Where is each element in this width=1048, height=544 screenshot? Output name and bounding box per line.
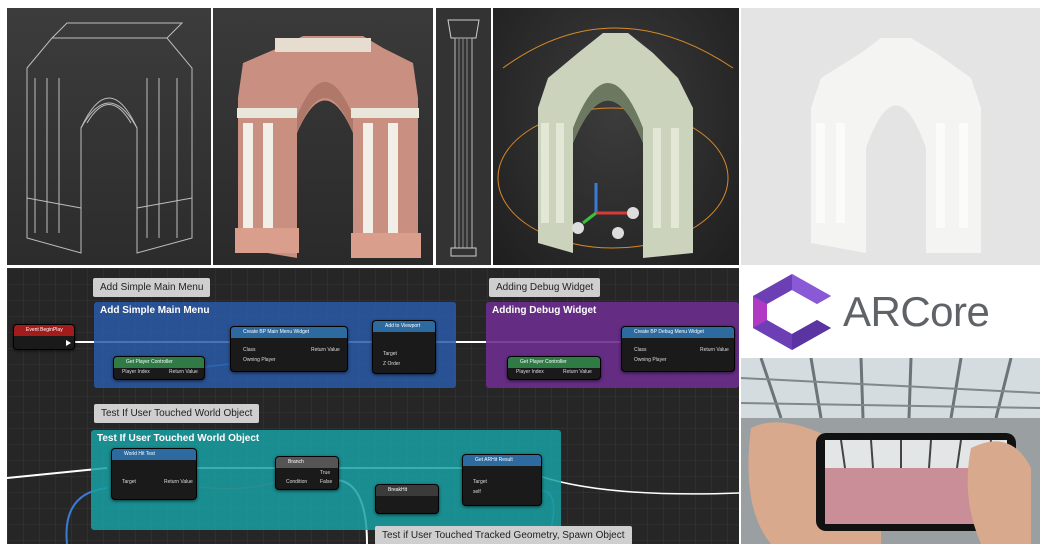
return-value-pin[interactable]: Return Value [169,369,198,375]
wireframe-arch-render [7,8,211,265]
event-begin-play-title: Event BeginPlay [14,325,74,336]
create-debug-menu-node[interactable]: Create BP Debug Menu Widget Class Owning… [621,326,735,372]
editor-arch-image [497,27,734,258]
add-to-viewport-title: Add to Viewport [373,321,435,332]
get-arhit-result-title: Get ARHit Result [463,455,541,466]
get-player-controller-node-2[interactable]: Get Player Controller Player Index Retur… [507,356,601,380]
comment-label-main-menu: Add Simple Main Menu [93,278,211,297]
editor-arch-render [493,8,739,265]
return-value-pin[interactable]: Return Value [700,347,729,353]
world-hit-test-title: World Hit Test [112,449,196,460]
owning-player-pin[interactable]: Owning Player [634,357,667,363]
create-main-menu-node[interactable]: Create BP Main Menu Widget Class Owning … [230,326,348,372]
get-player-controller-title: Get Player Controller [114,357,204,368]
get-arhit-result-node[interactable]: Get ARHit Result Target self [462,454,542,506]
faded-arch-render [741,8,1040,265]
exec-pin[interactable] [66,340,71,346]
branch-node[interactable]: Branch Condition True False [275,456,339,490]
target-pin[interactable]: Target [473,479,487,485]
return-value-pin[interactable]: Return Value [563,369,592,375]
breakhit-node[interactable]: BreakHit [375,484,439,514]
arcore-logo-panel: ARCore [741,268,1040,356]
class-pin[interactable]: Class [634,347,647,353]
player-index-pin[interactable]: Player Index [516,369,544,375]
create-main-menu-title: Create BP Main Menu Widget [231,327,347,338]
self-pin[interactable]: self [473,489,481,495]
get-player-controller-node[interactable]: Get Player Controller Player Index Retur… [113,356,205,380]
comment-label-debug-widget: Adding Debug Widget [489,278,601,297]
ar-phone-photo [741,358,1040,544]
owning-player-pin[interactable]: Owning Player [243,357,276,363]
wireframe-arch-image [26,22,193,254]
player-index-pin[interactable]: Player Index [122,369,150,375]
z-order-pin[interactable]: Z Order [383,361,400,367]
breakhit-title: BreakHit [376,485,438,496]
condition-pin[interactable]: Condition [286,479,307,485]
false-pin[interactable]: False [320,479,332,485]
event-begin-play-node[interactable]: Event BeginPlay [13,324,75,350]
add-to-viewport-node[interactable]: Add to Viewport Target Z Order [372,320,436,374]
arcore-logo-text: ARCore [843,288,990,335]
faded-arch-image [811,38,981,253]
target-pin[interactable]: Target [122,479,136,485]
column-image [447,19,480,257]
get-player-controller-title-2: Get Player Controller [508,357,600,368]
blueprint-graph[interactable]: Add Simple Main Menu Add Simple Main Men… [7,268,739,544]
comment-title-world-object: Test If User Touched World Object [97,433,260,444]
textured-arch-render [213,8,433,265]
branch-title: Branch [276,457,338,468]
comment-label-tracked-geometry: Test if User Touched Tracked Geometry, S… [375,526,632,544]
ar-phone-image [741,358,1040,544]
world-hit-test-node[interactable]: World Hit Test Target Return Value [111,448,197,500]
comment-title-main-menu: Add Simple Main Menu [100,305,210,316]
class-pin[interactable]: Class [243,347,256,353]
target-pin[interactable]: Target [383,351,397,357]
true-pin[interactable]: True [320,470,330,476]
create-debug-menu-title: Create BP Debug Menu Widget [622,327,734,338]
textured-arch-image [235,36,421,258]
comment-label-world-object: Test If User Touched World Object [94,404,260,423]
return-value-pin[interactable]: Return Value [164,479,193,485]
column-wireframe-render [436,8,491,265]
return-value-pin[interactable]: Return Value [311,347,340,353]
arcore-logo-icon [753,274,831,350]
comment-title-debug-widget: Adding Debug Widget [492,305,597,316]
